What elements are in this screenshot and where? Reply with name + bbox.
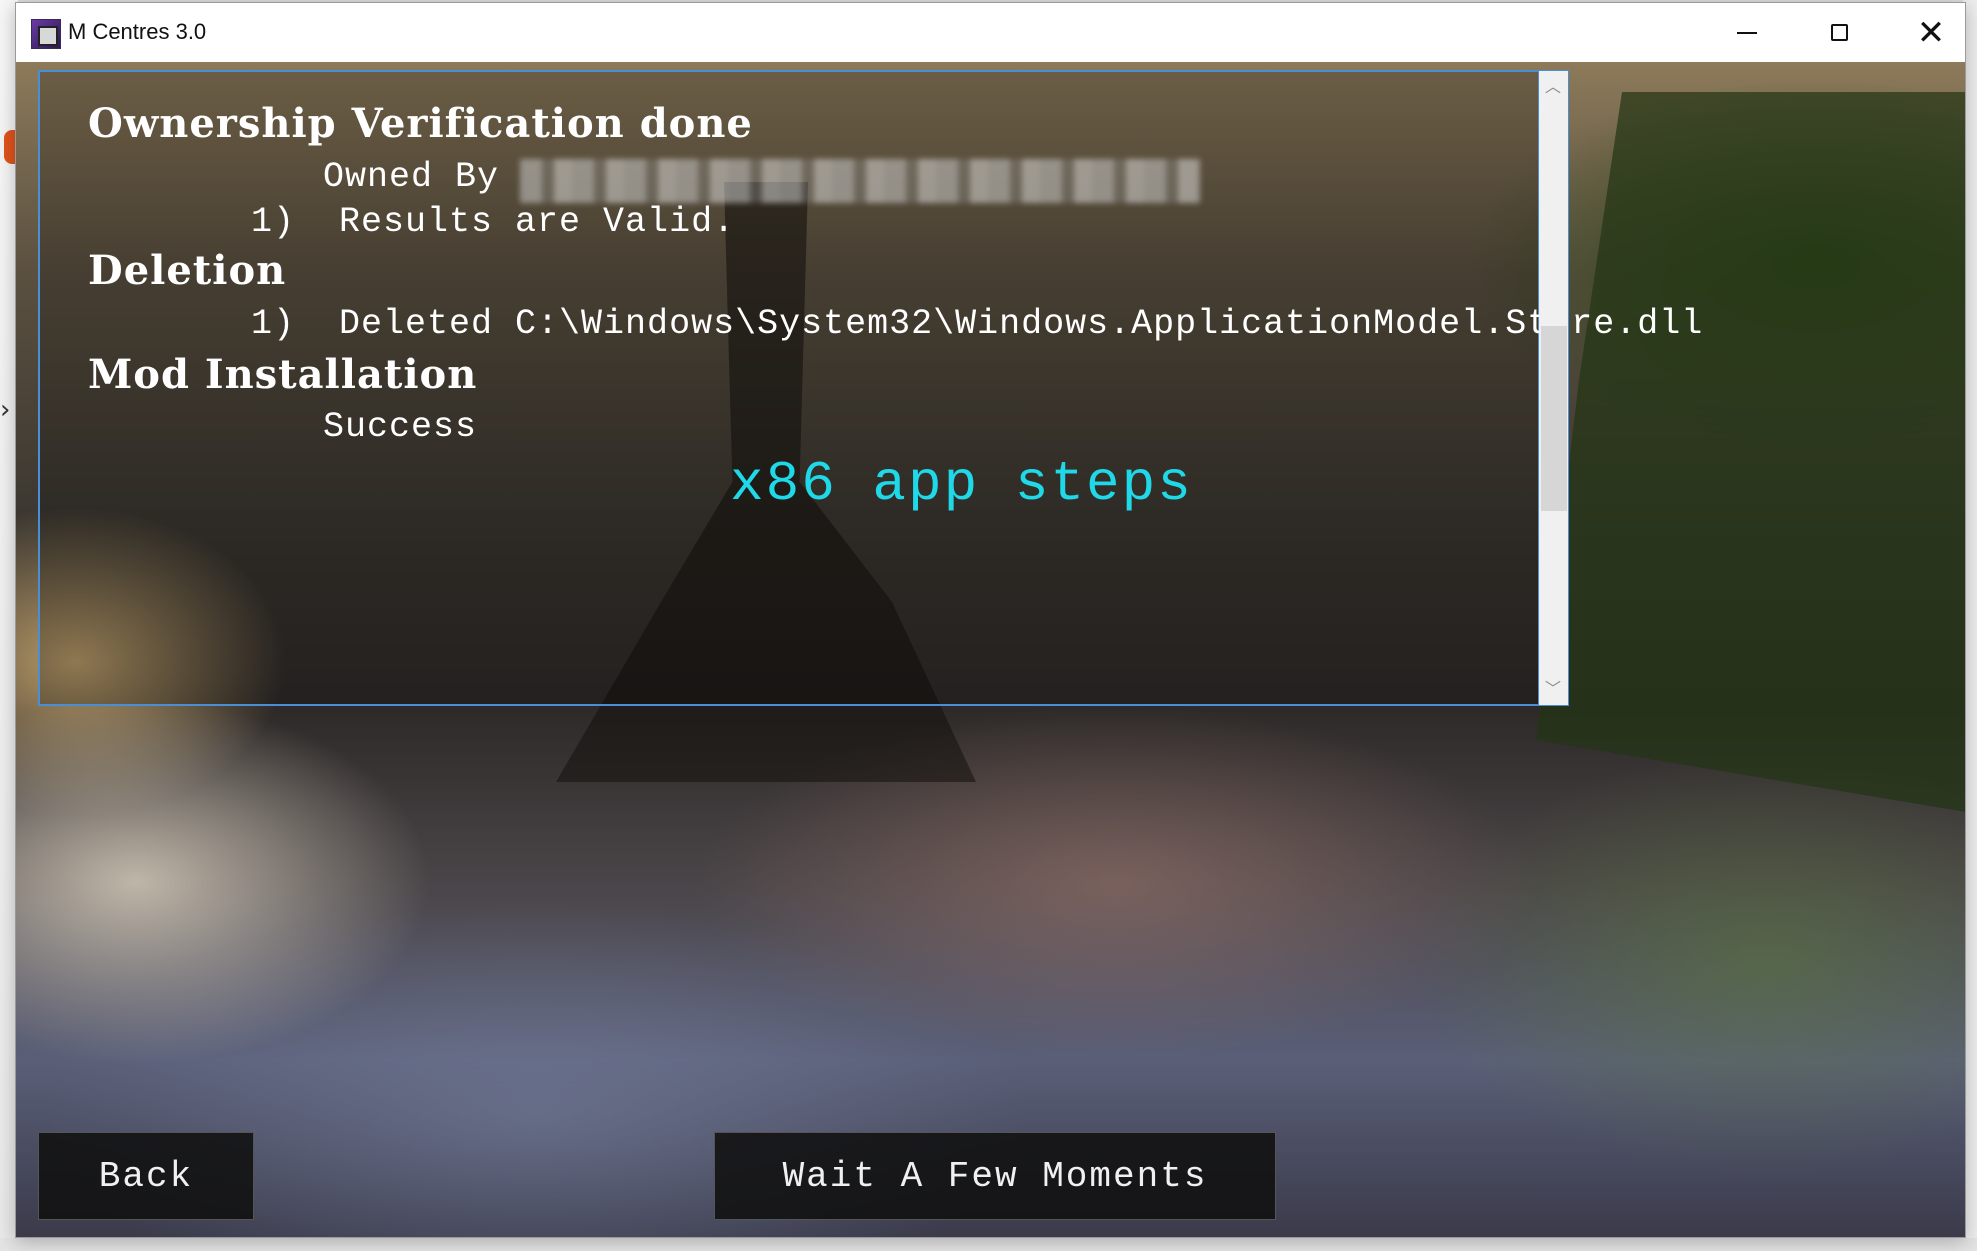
maximize-button[interactable] <box>1793 3 1885 62</box>
mod-installation-heading: Mod Installation <box>88 351 478 398</box>
chevron-right-icon: › <box>0 395 11 425</box>
chevron-up-icon[interactable]: ︿ <box>1539 73 1567 101</box>
log-scrollbar[interactable]: ︿ ﹀ <box>1539 70 1569 706</box>
ownership-result: 1) Results are Valid. <box>251 202 736 242</box>
close-button[interactable]: ✕ <box>1885 3 1965 62</box>
status-text: x86 app steps <box>730 452 1193 516</box>
deletion-heading: Deletion <box>88 247 287 294</box>
app-window: M Centres 3.0 ✕ Ownership Verification d… <box>15 2 1966 1238</box>
redacted-owner <box>520 159 1200 203</box>
background-foliage <box>1536 92 1965 812</box>
log-output-panel[interactable]: Ownership Verification done Owned By 1) … <box>38 70 1702 706</box>
minimize-button[interactable] <box>1701 3 1793 62</box>
chevron-down-icon[interactable]: ﹀ <box>1539 675 1567 703</box>
close-icon: ✕ <box>1916 12 1946 53</box>
ownership-heading: Ownership Verification done <box>88 100 753 147</box>
app-icon <box>31 19 61 49</box>
main-content: Ownership Verification done Owned By 1) … <box>16 62 1965 1237</box>
scroll-thumb[interactable] <box>1541 326 1567 511</box>
maximize-icon <box>1830 24 1848 41</box>
deletion-result: 1) Deleted C:\Windows\System32\Windows.A… <box>251 304 1704 344</box>
minimize-icon <box>1737 31 1757 34</box>
back-button[interactable]: Back <box>38 1132 254 1220</box>
title-bar[interactable]: M Centres 3.0 ✕ <box>16 3 1965 62</box>
mod-installation-result: Success <box>323 407 478 447</box>
owned-by-label: Owned By <box>323 157 500 197</box>
desktop-bottom-strip <box>0 1238 1977 1251</box>
window-title: M Centres 3.0 <box>68 19 207 44</box>
wait-button[interactable]: Wait A Few Moments <box>714 1132 1276 1220</box>
